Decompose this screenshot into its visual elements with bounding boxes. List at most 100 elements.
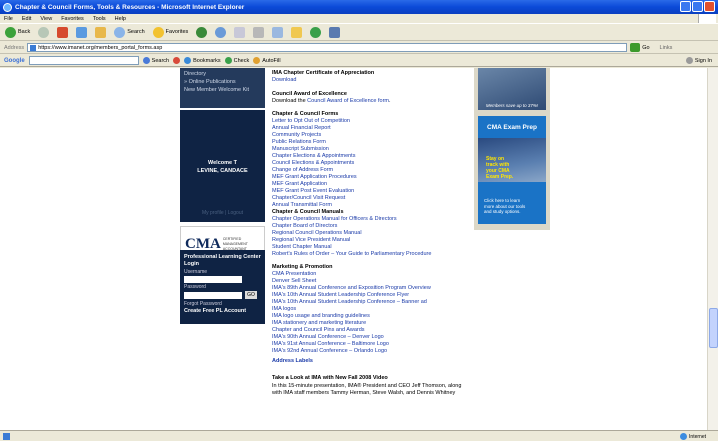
refresh-button[interactable] [74,25,89,39]
manual-link[interactable]: Student Chapter Manual [272,244,332,251]
windows-logo [698,14,716,23]
nav-new-member-kit[interactable]: New Member Welcome Kit [184,86,261,94]
manual-link[interactable]: Robert's Rules of Order – Your Guide to … [272,251,431,258]
menu-favorites[interactable]: Favorites [61,16,84,22]
manual-link[interactable]: Chapter Board of Directors [272,223,337,230]
address-labels-link[interactable]: Address Labels [272,358,313,365]
go-button[interactable]: Go [642,45,649,51]
marketing-link[interactable]: IMA's 10th Annual Student Leadership Con… [272,299,427,306]
search-button[interactable]: Search [112,25,146,39]
password-input[interactable] [184,291,242,299]
nav-online-publications[interactable]: » Online Publications [184,78,261,86]
form-link[interactable]: Annual Financial Report [272,125,331,132]
print-icon [253,26,265,38]
marketing-link[interactable]: IMA's 92nd Annual Conference – Orlando L… [272,348,387,355]
google-signin-button[interactable]: Sign In [685,57,712,64]
promo-image[interactable]: Members save up to 37%! [478,68,546,110]
right-column: Members save up to 37%! CMA Exam Prep St… [474,68,550,230]
home-icon [95,26,107,38]
username-input[interactable] [184,276,242,283]
go-arrow-icon[interactable] [630,43,641,52]
google-options-button[interactable] [173,57,181,64]
form-link[interactable]: Council Elections & Appointments [272,160,354,167]
google-bookmarks-button[interactable]: Bookmarks [184,57,221,64]
form-link[interactable]: MEF Grant Application [272,181,327,188]
title-bar: Chapter & Council Forms, Tools & Resourc… [0,0,718,14]
google-autofill-button[interactable]: AutoFill [253,57,281,64]
video-text-2: with IMA staff members Tammy Herman, Ste… [272,390,456,396]
form-link[interactable]: Change of Address Form [272,167,333,174]
marketing-link[interactable]: IMA's 90th Annual Conference – Denver Lo… [272,334,384,341]
mail-button[interactable] [232,25,247,39]
menu-help[interactable]: Help [115,16,126,22]
menu-file[interactable]: File [4,16,13,22]
form-link[interactable]: Letter to Opt Out of Competition [272,118,350,125]
scrollbar-thumb[interactable] [709,308,718,348]
form-link[interactable]: MEF Grant Application Procedures [272,174,357,181]
address-bar: Address https://www.imanet.org/members_p… [0,42,718,54]
manual-link[interactable]: Chapter Operations Manual for Officers &… [272,216,397,223]
certificate-download-link[interactable]: Download [272,77,296,84]
marketing-link[interactable]: Chapter and Council Pins and Awards [272,327,365,334]
print-button[interactable] [251,25,266,39]
nav-directory[interactable]: Directory [184,70,261,78]
marketing-link[interactable]: CMA Presentation [272,271,316,278]
login-go-button[interactable]: GO [245,291,257,299]
menu-edit[interactable]: Edit [22,16,31,22]
messenger-button[interactable] [308,25,323,39]
award-form-link[interactable]: Council Award of Excellence form [307,98,389,104]
media-button[interactable] [194,25,209,39]
maximize-button[interactable] [692,1,703,12]
page-icon [30,45,37,51]
marketing-link[interactable]: IMA logos [272,306,296,313]
left-column: Directory » Online Publications New Memb… [180,68,265,430]
marketing-link[interactable]: IMA stationery and marketing literature [272,320,366,327]
marketing-link[interactable]: Denver Sell Sheet [272,278,316,285]
research-icon [329,26,341,38]
history-button[interactable] [213,25,228,39]
forward-button[interactable] [36,25,51,39]
manual-link[interactable]: Regional Council Operations Manual [272,230,362,237]
google-search-button[interactable]: Search [142,57,169,64]
form-link[interactable]: Annual Transmittal Form [272,202,332,209]
vertical-scrollbar[interactable] [707,68,718,430]
edit-button[interactable] [270,25,285,39]
research-button[interactable] [327,25,342,39]
menu-tools[interactable]: Tools [93,16,106,22]
minimize-button[interactable] [680,1,691,12]
manual-link[interactable]: Regional Vice President Manual [272,237,350,244]
google-check-button[interactable]: Check [224,57,249,64]
exam-prep-more-link[interactable]: Click here to learn more about our tools… [484,198,525,215]
create-account-link[interactable]: Create Free PL Account [184,308,261,314]
links-button[interactable]: Links [660,45,673,51]
back-button[interactable]: Back [3,25,32,39]
google-logo[interactable]: Google [4,58,25,64]
marketing-link[interactable]: IMA logo usage and branding guidelines [272,313,370,320]
bookmark-star-icon [184,57,192,64]
form-link[interactable]: Public Relations Form [272,139,326,146]
home-button[interactable] [93,25,108,39]
form-link[interactable]: Community Projects [272,132,321,139]
marketing-link[interactable]: IMA's 91st Annual Conference – Baltimore… [272,341,389,348]
stop-icon [57,26,69,38]
forgot-password-link[interactable]: Forgot Password [184,301,261,307]
form-link[interactable]: Chapter Elections & Appointments [272,153,355,160]
stop-button[interactable] [55,25,70,39]
menu-view[interactable]: View [40,16,52,22]
google-search-input[interactable] [28,56,139,65]
folder-button[interactable] [289,25,304,39]
close-button[interactable] [704,1,715,12]
marketing-link[interactable]: IMA's 10th Annual Student Leadership Con… [272,292,409,299]
settings-icon [685,57,693,64]
login-box: Professional Learning Center Login Usern… [180,250,265,324]
form-link[interactable]: MEF Grant Post Event Evaluation [272,188,354,195]
address-label: Address [4,44,25,51]
address-input[interactable]: https://www.imanet.org/members_portal_fo… [27,43,628,52]
profile-logout-links[interactable]: My profile | Logout [180,210,265,216]
form-link[interactable]: Chapter/Council Visit Request [272,195,345,202]
favorites-button[interactable]: Favorites [151,25,191,39]
exam-prep-ad[interactable]: CMA Exam Prep Stay on track with your CM… [478,116,546,224]
certificate-heading: IMA Chapter Certificate of Appreciation [272,70,375,76]
form-link[interactable]: Manuscript Submission [272,146,329,153]
marketing-link[interactable]: IMA's 89th Annual Conference and Exposit… [272,285,431,292]
